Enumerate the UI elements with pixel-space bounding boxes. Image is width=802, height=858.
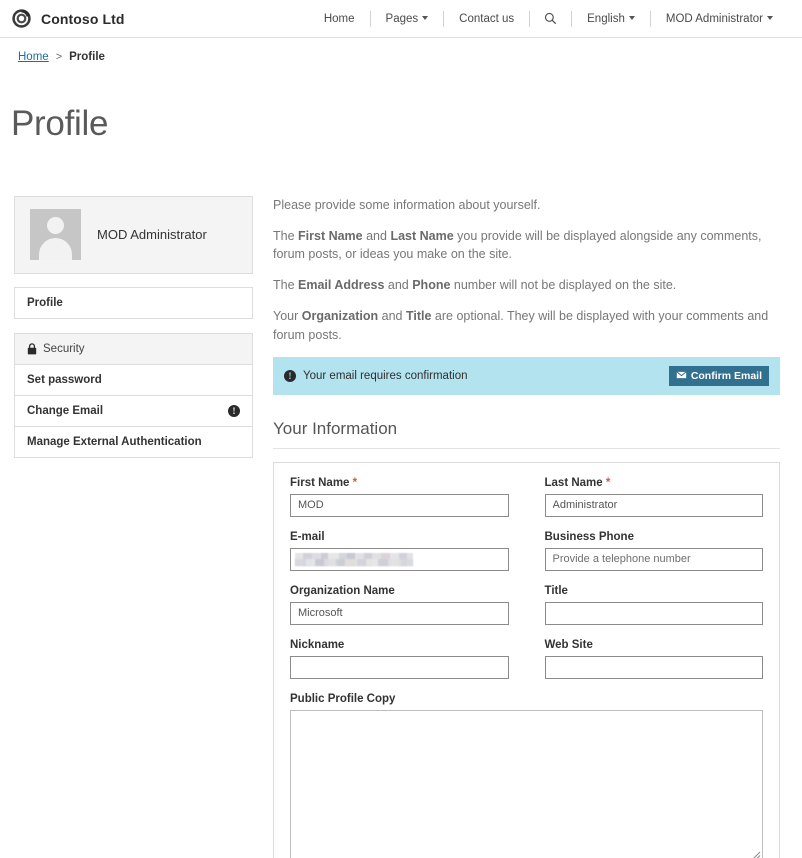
brand[interactable]: Contoso Ltd xyxy=(0,8,125,29)
sidebar-item-label: Set password xyxy=(27,373,102,386)
last-name-label: Last Name * xyxy=(544,476,611,489)
field-email: E-mail xyxy=(290,531,509,571)
intro-paragraph-4: Your Organization and Title are optional… xyxy=(273,309,769,342)
nav-item-home[interactable]: Home xyxy=(309,0,370,38)
organization-name-label: Organization Name xyxy=(290,584,395,597)
form-row-public-profile-copy: Public Profile Copy xyxy=(290,693,763,858)
field-nickname: Nickname xyxy=(290,639,509,679)
chevron-down-icon xyxy=(767,16,773,21)
sidebar-item-profile[interactable]: Profile xyxy=(15,287,252,318)
top-navbar: Contoso Ltd Home Pages Contact us Englis… xyxy=(0,0,802,38)
email-input[interactable] xyxy=(290,547,509,571)
required-marker: * xyxy=(352,476,358,489)
first-name-label: First Name * xyxy=(290,476,358,489)
chevron-down-icon xyxy=(628,16,635,21)
last-name-input[interactable] xyxy=(544,493,763,517)
breadcrumb-current: Profile xyxy=(69,51,105,63)
first-name-input[interactable] xyxy=(290,493,509,517)
sidebar-nav-list: Profile xyxy=(14,286,253,319)
web-site-input[interactable] xyxy=(544,655,763,679)
envelope-icon xyxy=(675,370,687,382)
sidebar-user-name: MOD Administrator xyxy=(97,227,207,243)
lock-icon xyxy=(27,343,37,355)
intro-paragraph-1: Please provide some information about yo… xyxy=(273,197,541,212)
form-row-name: First Name * Last Name * xyxy=(290,477,763,517)
breadcrumb: Home > Profile xyxy=(0,38,802,63)
form-section-title: Your Information xyxy=(273,419,780,449)
sidebar-security-label: Security xyxy=(43,342,85,355)
field-first-name: First Name * xyxy=(290,477,509,517)
sidebar-user-card: MOD Administrator xyxy=(14,195,253,274)
organization-name-input[interactable] xyxy=(290,601,509,625)
field-last-name: Last Name * xyxy=(544,476,763,517)
lock-icon-svg xyxy=(27,343,37,355)
contoso-ring-logo-icon xyxy=(11,8,32,29)
field-business-phone: Business Phone xyxy=(544,530,763,571)
nav-item-contact-us[interactable]: Contact us xyxy=(444,0,529,38)
brand-name: Contoso Ltd xyxy=(41,10,125,27)
field-organization-name: Organization Name xyxy=(290,585,509,625)
sidebar-item-manage-external-authentication[interactable]: Manage External Authentication xyxy=(15,425,252,457)
form-row-org: Organization Name Title xyxy=(290,585,763,625)
sidebar-security-header: Security xyxy=(15,333,252,364)
nickname-input[interactable] xyxy=(290,655,509,679)
form-row-contact: E-mail Business Phone xyxy=(290,531,763,571)
breadcrumb-separator: > xyxy=(55,51,63,63)
page-body: MOD Administrator Profile Security Set p… xyxy=(0,168,802,858)
search-icon-svg xyxy=(545,12,557,25)
required-marker: * xyxy=(605,476,611,489)
field-title: Title xyxy=(544,584,763,625)
nav-links: Home Pages Contact us English MOD Admini… xyxy=(309,0,802,37)
redacted-email-value-2 xyxy=(295,558,413,566)
web-site-label: Web Site xyxy=(544,638,593,651)
logo-svg xyxy=(12,9,31,28)
confirm-email-label: Confirm Email xyxy=(690,369,762,382)
sidebar-security-list: Security Set password Change Email ! Man… xyxy=(14,332,253,458)
nav-item-language[interactable]: English xyxy=(572,0,650,38)
intro-paragraph-3: The Email Address and Phone number will … xyxy=(273,278,677,293)
exclamation-circle-icon: ! xyxy=(284,369,296,382)
chevron-down-icon xyxy=(422,16,429,21)
sidebar: MOD Administrator Profile Security Set p… xyxy=(14,195,253,458)
title-label: Title xyxy=(544,584,568,597)
breadcrumb-home[interactable]: Home xyxy=(18,51,49,63)
public-profile-copy-wrap xyxy=(290,709,763,858)
title-input[interactable] xyxy=(544,601,763,625)
profile-form: First Name * Last Name * E-mail xyxy=(273,461,780,858)
confirm-email-button[interactable]: Confirm Email xyxy=(668,365,769,386)
sidebar-item-set-password[interactable]: Set password xyxy=(15,363,252,395)
page-title: Profile xyxy=(11,104,109,144)
sidebar-item-label: Change Email xyxy=(27,404,104,417)
alert-message: Your email requires confirmation xyxy=(303,369,468,382)
public-profile-copy-textarea[interactable] xyxy=(290,709,763,858)
sidebar-item-label: Profile xyxy=(27,296,63,309)
nav-item-user-menu[interactable]: MOD Administrator xyxy=(651,0,788,38)
business-phone-input[interactable] xyxy=(544,547,763,571)
business-phone-label: Business Phone xyxy=(544,530,634,543)
email-confirmation-alert: ! Your email requires confirmation Confi… xyxy=(273,356,780,395)
main-content: Please provide some information about yo… xyxy=(273,196,780,858)
intro-paragraph-2: The First Name and Last Name you provide… xyxy=(273,229,762,262)
user-avatar-placeholder-icon xyxy=(30,209,81,261)
intro-text: Please provide some information about yo… xyxy=(273,196,780,344)
sidebar-item-label: Manage External Authentication xyxy=(27,435,202,448)
field-web-site: Web Site xyxy=(544,638,763,679)
form-row-nickname: Nickname Web Site xyxy=(290,639,763,679)
envelope-icon-svg xyxy=(675,370,687,379)
nickname-label: Nickname xyxy=(290,638,345,651)
search-icon[interactable] xyxy=(530,12,571,25)
exclamation-circle-icon: ! xyxy=(228,404,240,417)
email-label: E-mail xyxy=(290,530,325,543)
sidebar-item-change-email[interactable]: Change Email ! xyxy=(15,394,252,426)
nav-item-pages[interactable]: Pages xyxy=(371,0,444,38)
public-profile-copy-label: Public Profile Copy xyxy=(290,692,396,705)
